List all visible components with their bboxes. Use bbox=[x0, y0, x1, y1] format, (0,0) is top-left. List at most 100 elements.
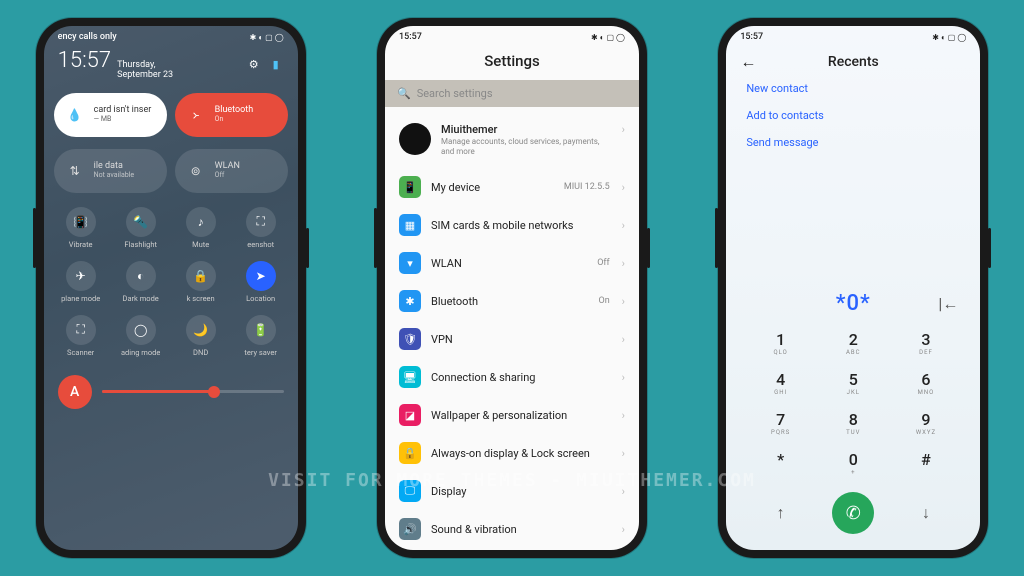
status-time: 15:57 bbox=[399, 32, 422, 42]
slider-track[interactable] bbox=[102, 390, 284, 393]
settings-row[interactable]: ▦ SIM cards & mobile networks › bbox=[385, 206, 639, 244]
keypad-key-3[interactable]: 3DEF bbox=[890, 324, 963, 364]
tile-icon: ♪ bbox=[186, 207, 216, 237]
qs-tile-Scanner[interactable]: ⛶Scanner bbox=[52, 311, 110, 361]
status-bar: 15:57 ✱ ◐ ▢ ◯ bbox=[726, 26, 980, 44]
qs-tile-Vibrate[interactable]: 📳 Vibrate bbox=[52, 203, 110, 253]
qs-tile-Mute[interactable]: ♪Mute bbox=[172, 203, 230, 253]
tile-icon: ➤ bbox=[246, 261, 276, 291]
qs-tile-k-screen[interactable]: 🔒k screen bbox=[172, 257, 230, 307]
wifi-icon: ⊚ bbox=[183, 158, 209, 184]
tile-label: eenshot bbox=[247, 240, 274, 249]
settings-row[interactable]: 🔒Always-on display & Lock screen› bbox=[385, 434, 639, 472]
qs-tile-Location[interactable]: ➤ Location bbox=[232, 257, 290, 307]
qs-tile-eenshot[interactable]: ⛶ eenshot bbox=[232, 203, 290, 253]
search-placeholder: Search settings bbox=[417, 87, 493, 100]
action-link[interactable]: Send message bbox=[746, 136, 960, 149]
keypad-key-*[interactable]: * bbox=[744, 444, 817, 484]
qs-tile-ading-mode[interactable]: ◯ ading mode bbox=[112, 311, 170, 361]
tile-icon: 📳 bbox=[66, 207, 96, 237]
keypad-key-8[interactable]: 8TUV bbox=[817, 404, 890, 444]
pill-bluetooth[interactable]: ᚛ BluetoothOn bbox=[175, 93, 288, 137]
row-icon: ▦ bbox=[399, 214, 421, 236]
pill-sub: On bbox=[215, 116, 254, 124]
settings-row[interactable]: 🖵Display› bbox=[385, 472, 639, 510]
pill-mobiledata[interactable]: ⇅ ile dataNot available bbox=[54, 149, 167, 193]
settings-row[interactable]: 📱My deviceMIUI 12.5.5› bbox=[385, 168, 639, 206]
settings-row[interactable]: ◪Wallpaper & personalization› bbox=[385, 396, 639, 434]
tile-icon: 🔋 bbox=[246, 315, 276, 345]
droplet-icon: 💧 bbox=[62, 102, 88, 128]
pill-data[interactable]: 💧 card isn't inser— MB bbox=[54, 93, 167, 137]
collapse-button[interactable]: ↓ bbox=[890, 503, 963, 523]
keypad-key-6[interactable]: 6MNO bbox=[890, 364, 963, 404]
row-icon: 📱 bbox=[399, 176, 421, 198]
chevron-right-icon: › bbox=[622, 409, 625, 422]
row-icon: 🔒 bbox=[399, 442, 421, 464]
qs-tile-plane-mode[interactable]: ✈plane mode bbox=[52, 257, 110, 307]
settings-row[interactable]: ✱BluetoothOn› bbox=[385, 282, 639, 320]
keypad-key-7[interactable]: 7PQRS bbox=[744, 404, 817, 444]
edit-icon[interactable]: ▮ bbox=[268, 56, 284, 72]
status-icons: ✱ ◐ ▢ ◯ bbox=[591, 33, 625, 42]
qs-tile-DND[interactable]: 🌙 DND bbox=[172, 311, 230, 361]
keypad-key-9[interactable]: 9WXYZ bbox=[890, 404, 963, 444]
settings-row[interactable]: 🖥Connection & sharing› bbox=[385, 358, 639, 396]
backspace-button[interactable]: |← bbox=[938, 294, 958, 314]
tile-label: ading mode bbox=[121, 348, 160, 357]
brightness-slider[interactable]: A bbox=[44, 365, 298, 419]
tile-icon: 🌙 bbox=[186, 315, 216, 345]
call-button[interactable]: ✆ bbox=[832, 492, 874, 534]
tile-icon: 🔒 bbox=[186, 261, 216, 291]
action-link[interactable]: Add to contacts bbox=[746, 109, 960, 122]
tile-label: Dark mode bbox=[123, 294, 159, 303]
keypad-key-5[interactable]: 5JKL bbox=[817, 364, 890, 404]
profile-row[interactable]: Miuithemer Manage accounts, cloud servic… bbox=[385, 113, 639, 168]
keypad-key-0[interactable]: 0+ bbox=[817, 444, 890, 484]
gear-icon[interactable]: ⚙ bbox=[246, 56, 262, 72]
chevron-right-icon: › bbox=[622, 181, 625, 194]
settings-row[interactable]: 🔊Sound & vibration› bbox=[385, 510, 639, 548]
expand-button[interactable]: ↑ bbox=[744, 503, 817, 523]
keypad-key-4[interactable]: 4GHI bbox=[744, 364, 817, 404]
keypad-key-2[interactable]: 2ABC bbox=[817, 324, 890, 364]
settings-row[interactable]: 🛡VPN› bbox=[385, 320, 639, 358]
tile-label: Scanner bbox=[67, 348, 94, 357]
tile-icon: 🔦 bbox=[126, 207, 156, 237]
qs-tile-tery-saver[interactable]: 🔋 tery saver bbox=[232, 311, 290, 361]
settings-row[interactable]: ▾WLANOff› bbox=[385, 244, 639, 282]
chevron-right-icon: › bbox=[622, 219, 625, 232]
tile-label: tery saver bbox=[244, 348, 276, 357]
tile-label: Flashlight bbox=[124, 240, 157, 249]
action-link[interactable]: New contact bbox=[746, 82, 960, 95]
phone-dialer: 15:57 ✱ ◐ ▢ ◯ ← Recents New contactAdd t… bbox=[718, 18, 988, 558]
row-value: On bbox=[599, 296, 610, 306]
row-label: Display bbox=[431, 485, 612, 498]
row-label: SIM cards & mobile networks bbox=[431, 219, 612, 232]
qs-tile-Dark-mode[interactable]: ◐Dark mode bbox=[112, 257, 170, 307]
row-label: My device bbox=[431, 181, 554, 194]
search-input[interactable]: 🔍 Search settings bbox=[385, 80, 639, 107]
chevron-right-icon: › bbox=[622, 523, 625, 536]
tile-label: Location bbox=[246, 294, 275, 303]
row-label: Connection & sharing bbox=[431, 371, 612, 384]
keypad-key-1[interactable]: 1QLO bbox=[744, 324, 817, 364]
status-carrier: ency calls only bbox=[58, 32, 117, 42]
chevron-right-icon: › bbox=[622, 123, 625, 136]
tile-icon: ⛶ bbox=[246, 207, 276, 237]
tile-icon: ◯ bbox=[126, 315, 156, 345]
status-icons: ✱ ◐ ▢ ◯ bbox=[250, 33, 284, 42]
keypad-key-#[interactable]: # bbox=[890, 444, 963, 484]
tile-icon: ✈ bbox=[66, 261, 96, 291]
avatar bbox=[399, 123, 431, 155]
qs-tile-Flashlight[interactable]: 🔦 Flashlight bbox=[112, 203, 170, 253]
row-label: VPN bbox=[431, 333, 612, 346]
bluetooth-icon: ᚛ bbox=[183, 102, 209, 128]
phone-settings: 15:57 ✱ ◐ ▢ ◯ Settings 🔍 Search settings… bbox=[377, 18, 647, 558]
phone-quicksettings: ency calls only ✱ ◐ ▢ ◯ 15:57 Thursday, … bbox=[36, 18, 306, 558]
pill-wlan[interactable]: ⊚ WLANOff bbox=[175, 149, 288, 193]
row-label: Bluetooth bbox=[431, 295, 589, 308]
tile-label: DND bbox=[193, 348, 208, 357]
chevron-right-icon: › bbox=[622, 485, 625, 498]
tile-label: Vibrate bbox=[69, 240, 93, 249]
